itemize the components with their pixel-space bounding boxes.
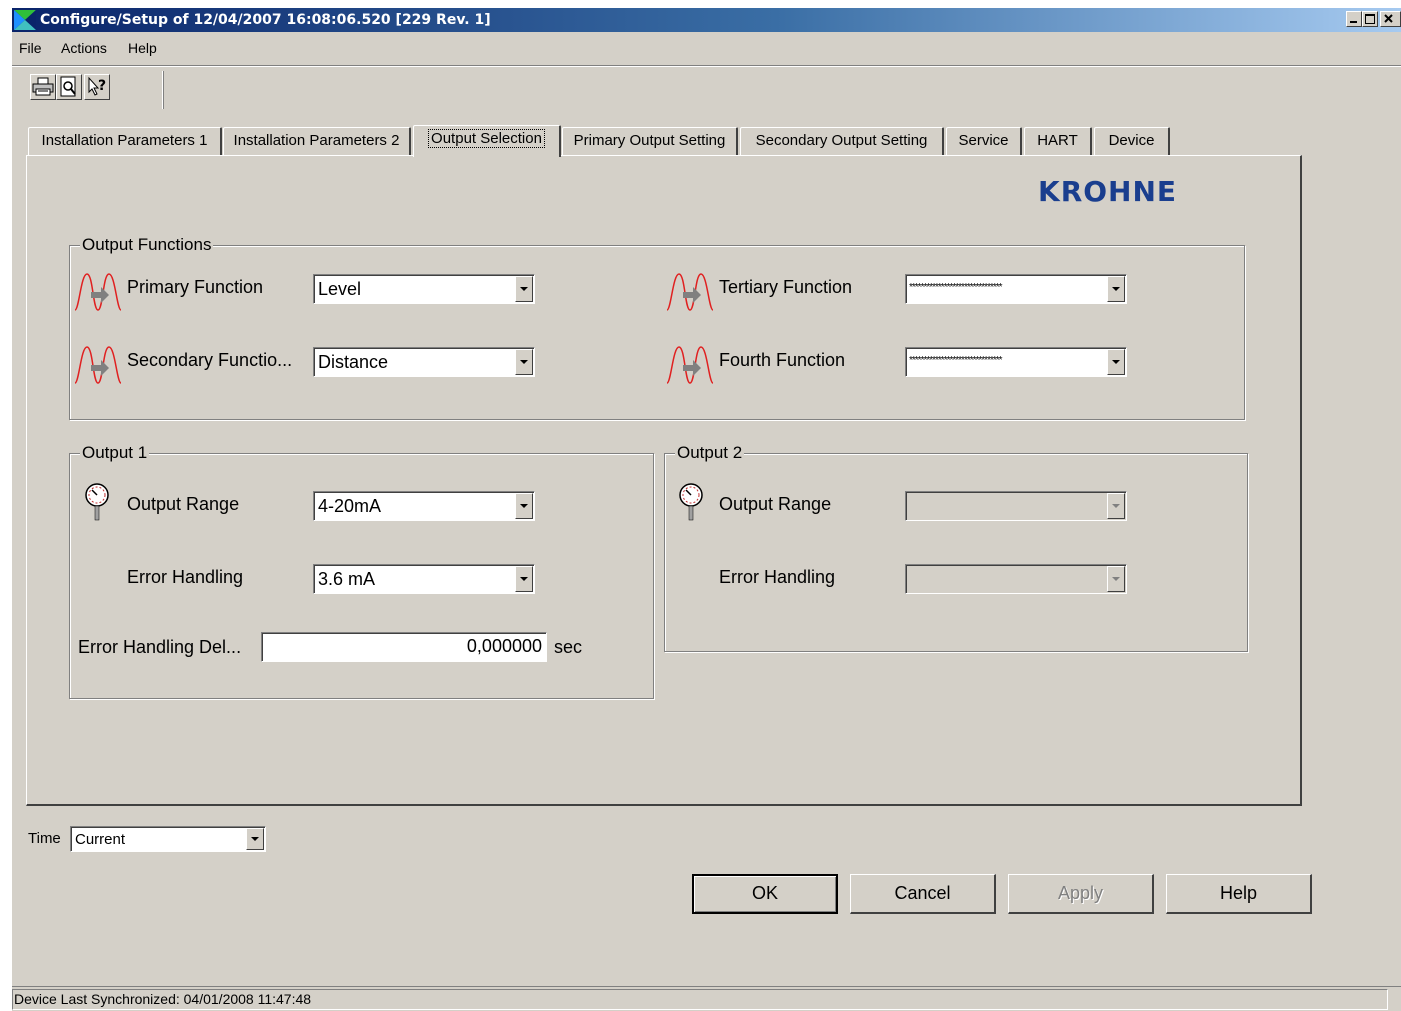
tab-label: Service xyxy=(958,132,1009,149)
fourth-function-label: Fourth Function xyxy=(719,350,846,370)
tab-label: Installation Parameters 2 xyxy=(233,132,400,149)
tab-service[interactable]: Service xyxy=(946,127,1022,155)
tab-hart[interactable]: HART xyxy=(1024,127,1092,155)
tab-installation-parameters-2[interactable]: Installation Parameters 2 xyxy=(223,127,411,155)
tertiary-function-value: ******************************** xyxy=(909,282,1003,293)
waveform-icon xyxy=(74,273,122,311)
error-handling-delay-label: Error Handling Del... xyxy=(78,637,242,657)
chevron-down-icon[interactable] xyxy=(1107,276,1125,302)
menu-separator xyxy=(12,65,1401,67)
chevron-down-icon[interactable] xyxy=(515,493,533,519)
tab-label: HART xyxy=(1037,132,1078,149)
output-1-error-handling-label: Error Handling xyxy=(127,567,244,587)
maximize-button[interactable] xyxy=(1362,11,1378,27)
time-select[interactable]: Current xyxy=(70,826,266,852)
minimize-button[interactable] xyxy=(1346,11,1362,27)
chevron-down-icon[interactable] xyxy=(515,349,533,375)
close-button[interactable] xyxy=(1380,11,1401,27)
configure-window: Configure/Setup of 12/04/2007 16:08:06.5… xyxy=(12,8,1401,1011)
krohne-logo: KROHNE xyxy=(1038,175,1178,208)
fourth-function-select[interactable]: ******************************** xyxy=(905,347,1127,377)
help-button[interactable]: Help xyxy=(1166,874,1312,914)
gauge-icon xyxy=(679,483,703,521)
apply-button[interactable]: Apply xyxy=(1008,874,1154,914)
output-1-range-value: 4-20mA xyxy=(318,496,382,516)
output-2-error-handling-label: Error Handling xyxy=(719,567,836,587)
tab-installation-parameters-1[interactable]: Installation Parameters 1 xyxy=(28,127,222,155)
tab-label: Output Selection xyxy=(428,129,545,148)
chevron-down-icon[interactable] xyxy=(515,276,533,302)
output-2-range-select[interactable] xyxy=(905,491,1127,521)
status-bar: Device Last Synchronized: 04/01/2008 11:… xyxy=(12,986,1401,1011)
tab-output-selection[interactable]: Output Selection xyxy=(413,125,561,157)
tab-primary-output-setting[interactable]: Primary Output Setting xyxy=(562,127,738,155)
output-2-group: Output 2 xyxy=(664,443,1248,652)
output-1-range-label: Output Range xyxy=(127,494,240,514)
secondary-function-select[interactable]: Distance xyxy=(313,347,535,377)
tab-secondary-output-setting[interactable]: Secondary Output Setting xyxy=(740,127,944,155)
close-icon xyxy=(1384,14,1393,23)
output-1-error-handling-select[interactable]: 3.6 mA xyxy=(313,564,535,594)
menu-actions[interactable]: Actions xyxy=(61,40,107,56)
output-2-range-label: Output Range xyxy=(719,494,832,514)
time-label: Time xyxy=(28,830,61,847)
time-value: Current xyxy=(75,831,126,848)
menu-file[interactable]: File xyxy=(19,40,42,56)
secondary-function-value: Distance xyxy=(318,352,389,372)
primary-function-value: Level xyxy=(318,279,362,299)
app-icon xyxy=(14,10,36,30)
primary-function-label: Primary Function xyxy=(127,277,264,297)
tab-label: Installation Parameters 1 xyxy=(41,132,208,149)
sync-status: Device Last Synchronized: 04/01/2008 11:… xyxy=(12,989,1388,1010)
tertiary-function-select[interactable]: ******************************** xyxy=(905,274,1127,304)
menu-help[interactable]: Help xyxy=(128,40,157,56)
secondary-function-label: Secondary Functio... xyxy=(127,350,293,370)
title-bar[interactable]: Configure/Setup of 12/04/2007 16:08:06.5… xyxy=(12,8,1401,32)
tab-label: Device xyxy=(1108,132,1155,149)
primary-function-select[interactable]: Level xyxy=(313,274,535,304)
output-1-legend: Output 1 xyxy=(80,443,150,463)
output-1-error-handling-value: 3.6 mA xyxy=(318,569,376,589)
chevron-down-icon[interactable] xyxy=(515,566,533,592)
chevron-down-icon[interactable] xyxy=(1107,566,1125,592)
output-functions-legend: Output Functions xyxy=(80,235,214,255)
window-title: Configure/Setup of 12/04/2007 16:08:06.5… xyxy=(40,12,491,28)
fourth-function-value: ******************************** xyxy=(909,355,1003,366)
output-2-error-handling-select[interactable] xyxy=(905,564,1127,594)
output-functions-group: Output Functions xyxy=(69,235,1245,420)
waveform-icon xyxy=(74,346,122,384)
error-handling-delay-input[interactable]: 0,000000 xyxy=(261,632,547,662)
error-handling-delay-unit: sec xyxy=(554,637,583,657)
gauge-icon xyxy=(85,483,109,521)
toolbar-separator xyxy=(28,71,163,109)
waveform-icon xyxy=(666,273,714,311)
chevron-down-icon[interactable] xyxy=(1107,493,1125,519)
tertiary-function-label: Tertiary Function xyxy=(719,277,853,297)
chevron-down-icon[interactable] xyxy=(1107,349,1125,375)
chevron-down-icon[interactable] xyxy=(246,828,264,850)
waveform-icon xyxy=(666,346,714,384)
ok-button[interactable]: OK xyxy=(692,874,838,914)
tab-device[interactable]: Device xyxy=(1094,127,1170,155)
tab-label: Primary Output Setting xyxy=(573,132,726,149)
output-2-legend: Output 2 xyxy=(675,443,745,463)
tab-label: Secondary Output Setting xyxy=(755,132,928,149)
cancel-button[interactable]: Cancel xyxy=(850,874,996,914)
output-1-range-select[interactable]: 4-20mA xyxy=(313,491,535,521)
